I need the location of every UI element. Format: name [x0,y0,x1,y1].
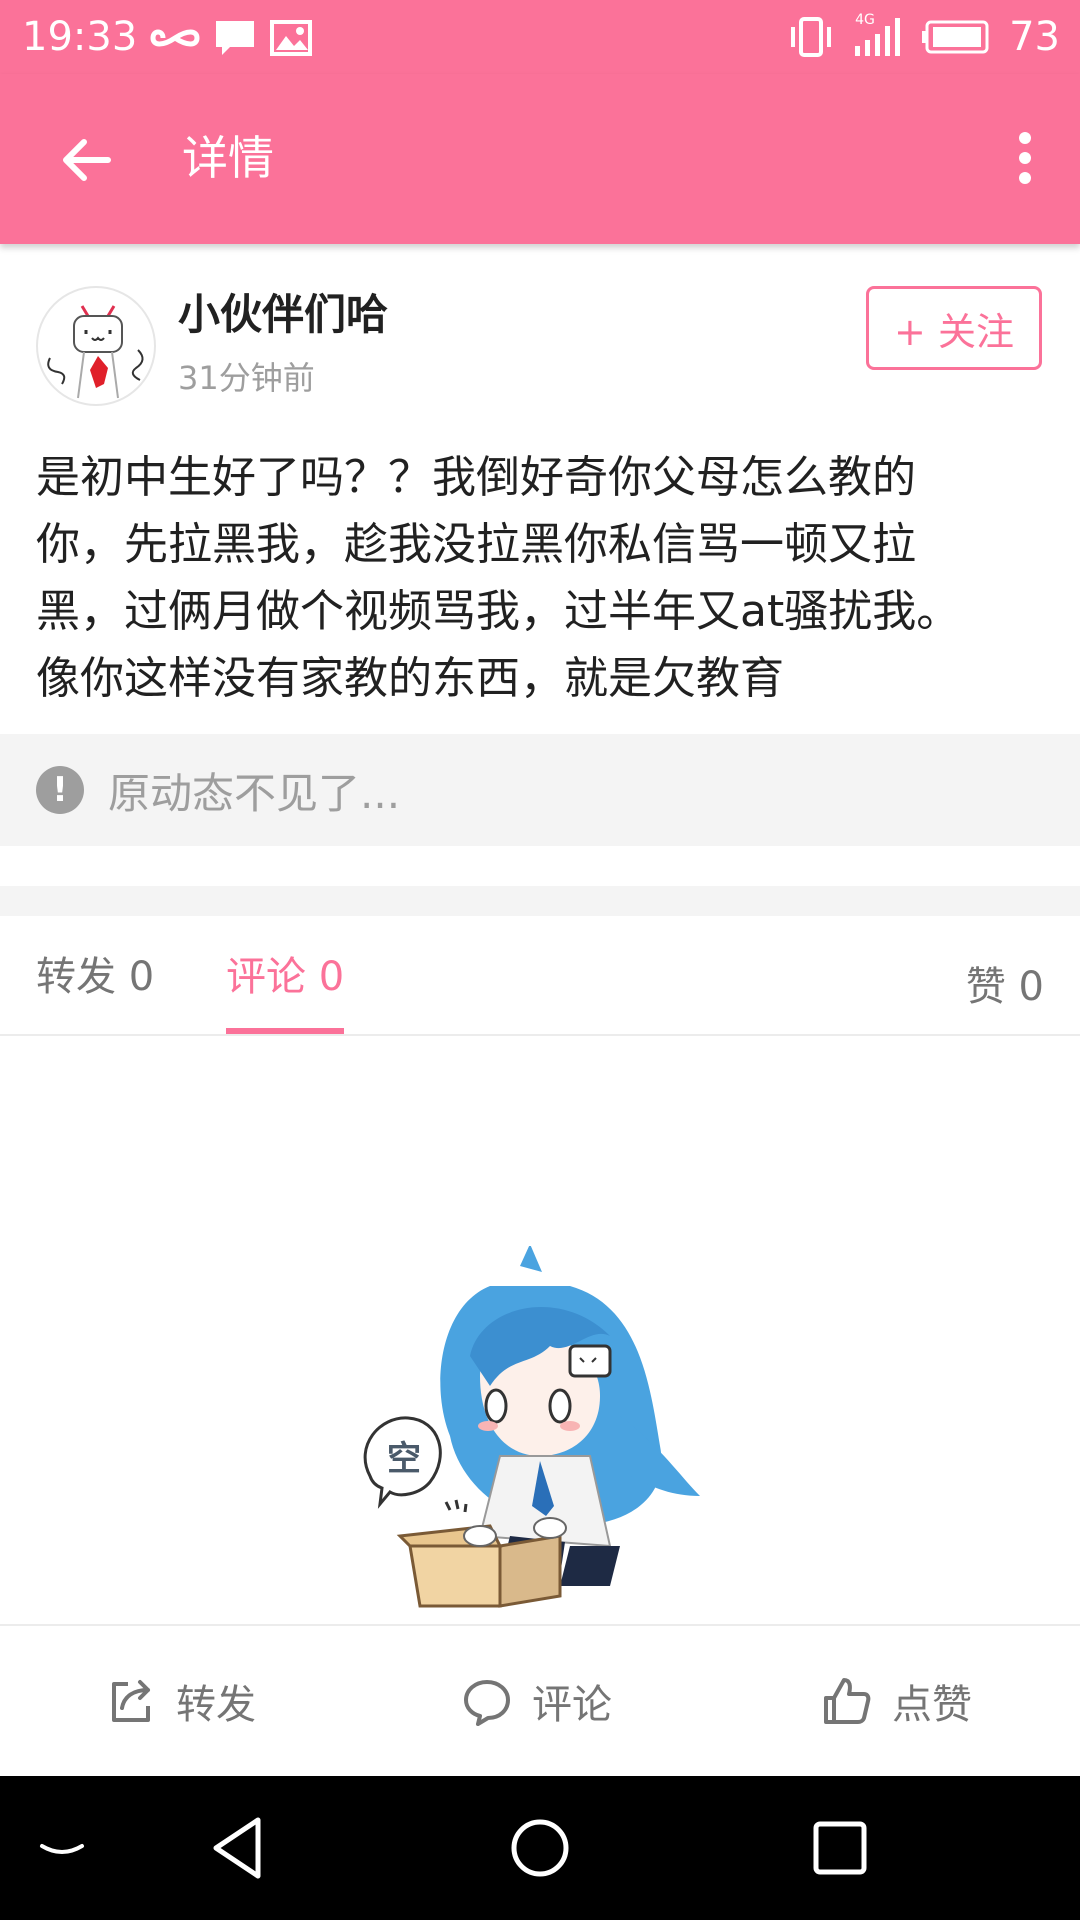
arrow-left-icon[interactable] [56,130,116,190]
post-content-line: 像你这样没有家教的东西，就是欠教育 [36,653,784,704]
more-vertical-icon[interactable] [1010,128,1040,188]
tab-repost[interactable]: 转发 0 [36,952,154,1002]
post-time: 31分钟前 [178,359,315,397]
bubble-text: 空 [387,1439,421,1479]
page-title: 详情 [182,131,274,185]
author-name[interactable]: 小伙伴们哈 [178,290,388,340]
signal-4g-icon: 4G [853,12,903,58]
status-bar: 19:33 4G 73 [0,0,1080,74]
section-divider [0,886,1080,916]
status-left-icons [150,18,312,58]
infinity-icon [150,29,200,47]
tab-comment[interactable]: 评论 0 [226,952,344,1002]
battery-icon [922,20,989,54]
original-post-missing: ! 原动态不见了... [0,734,1080,846]
app-bar: 详情 [0,74,1080,244]
tab-like[interactable]: 赞 0 [966,962,1044,1012]
comment-button[interactable]: 评论 [462,1626,612,1776]
nav-back-icon[interactable] [202,1812,274,1884]
thumbs-up-icon [824,1678,871,1724]
vibrate-icon [791,17,832,57]
post-content-line: 黑，过俩月做个视频骂我，过半年又at骚扰我。 [36,586,961,637]
avatar[interactable] [36,286,156,406]
nav-home-icon[interactable] [504,1812,576,1884]
chevron-down-icon[interactable] [26,1812,98,1884]
comment-icon [464,1680,510,1726]
action-bar: 转发 评论 点赞 [0,1624,1080,1776]
image-icon [270,20,312,56]
original-missing-text: 原动态不见了... [108,768,401,818]
repost-button[interactable]: 转发 [106,1626,256,1776]
like-button[interactable]: 点赞 [822,1626,972,1776]
post-content-line: 是初中生好了吗？？我倒好奇你父母怎么教的 [36,452,916,503]
battery-percent: 73 [1009,14,1060,60]
like-label: 点赞 [892,1682,972,1728]
active-tab-indicator [226,1028,344,1034]
comment-label: 评论 [532,1682,612,1728]
system-nav-bar [0,1776,1080,1920]
message-icon [216,21,254,55]
share-icon [112,1680,150,1722]
post-content: 是初中生好了吗？？我倒好奇你父母怎么教的 你，先拉黑我，趁我没拉黑你私信骂一顿又… [36,444,1046,712]
repost-label: 转发 [176,1682,256,1728]
empty-state-illustration: 空 [363,1246,700,1608]
status-right-icons: 4G 73 [787,12,1060,62]
exclamation-icon: ! [36,766,84,814]
follow-button[interactable]: + 关注 [866,286,1042,370]
status-time: 19:33 [22,14,138,60]
tv-mascot-icon [47,305,144,399]
nav-recent-icon[interactable] [804,1812,876,1884]
tab-bar: 转发 0 评论 0 赞 0 [0,916,1080,1036]
post-content-line: 你，先拉黑我，趁我没拉黑你私信骂一顿又拉 [36,519,916,570]
